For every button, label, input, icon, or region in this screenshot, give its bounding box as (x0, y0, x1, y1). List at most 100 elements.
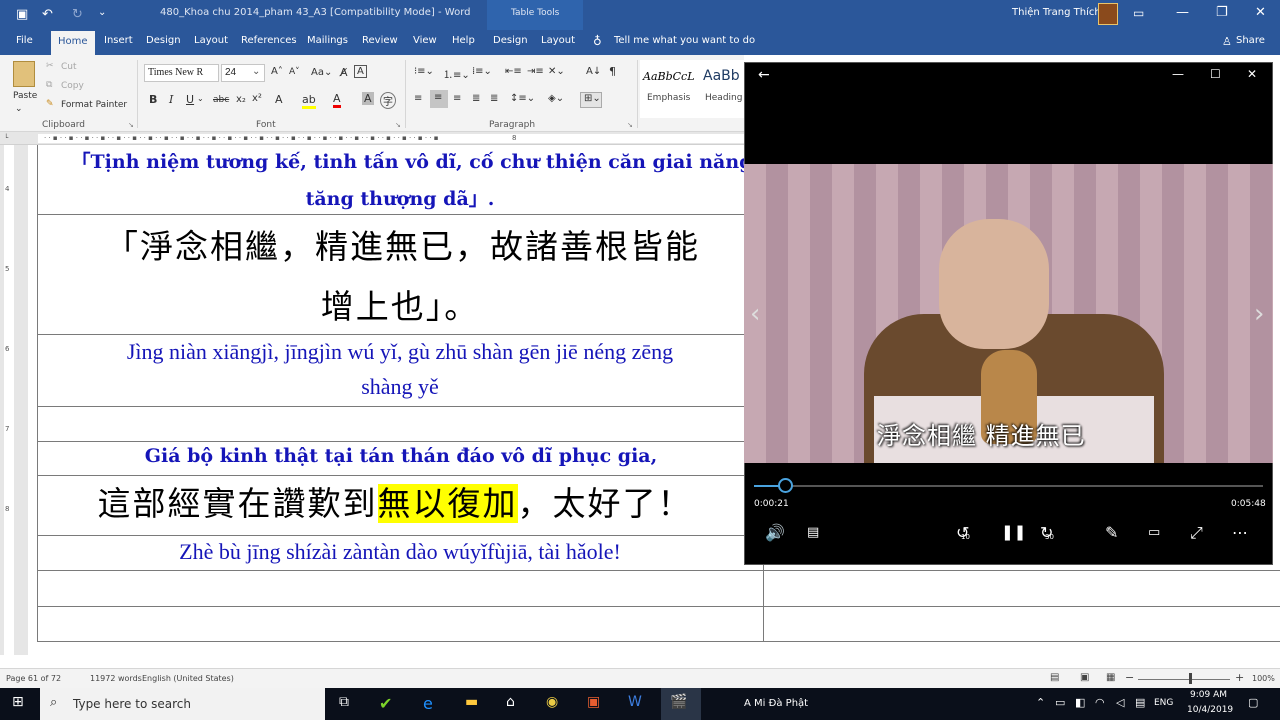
tab-home[interactable]: Home (51, 31, 95, 55)
mini-view-icon[interactable]: ▭ (1148, 525, 1160, 540)
align-right-icon[interactable]: ≡ (453, 93, 461, 104)
cut-button[interactable]: Cut (61, 62, 77, 72)
table-cell-vietnamese[interactable]: tăng thượng dã」. (40, 184, 760, 211)
tab-table-layout[interactable]: Layout (541, 35, 575, 46)
enclose-characters-icon[interactable]: 字 (380, 92, 396, 109)
table-cell-chinese[interactable]: 增上也」。 (40, 280, 760, 328)
borders-icon[interactable]: ⊞⌄ (580, 92, 602, 108)
underline-dropdown-icon[interactable]: ⌄ (197, 94, 204, 103)
next-icon[interactable]: › (1254, 299, 1264, 329)
player-maximize-button[interactable]: ☐ (1210, 67, 1221, 81)
volume-icon[interactable]: 🔊 (765, 523, 785, 542)
table-cell-pinyin[interactable]: shàng yě (40, 374, 760, 400)
zoom-level[interactable]: 100% (1252, 674, 1275, 683)
shrink-font-icon[interactable]: A˅ (289, 67, 300, 77)
shading-icon[interactable]: ◈⌄ (548, 93, 564, 104)
table-cell-pinyin[interactable]: Jìng niàn xiāngjì, jīngjìn wú yǐ, gù zhū… (40, 339, 760, 365)
paste-dropdown-icon[interactable]: ⌄ (15, 104, 23, 114)
back-arrow-icon[interactable]: ← (758, 67, 770, 83)
paste-icon[interactable] (13, 61, 35, 87)
multilevel-list-icon[interactable]: ⁞≡⌄ (472, 66, 492, 77)
language-status[interactable]: English (United States) (142, 674, 234, 683)
avatar[interactable] (1098, 3, 1118, 25)
running-app-title[interactable]: A Mi Đà Phật (744, 698, 808, 709)
copy-button[interactable]: Copy (61, 81, 84, 91)
tab-table-design[interactable]: Design (493, 35, 528, 46)
tab-references[interactable]: References (241, 35, 297, 46)
network-icon[interactable]: ◧ (1075, 696, 1085, 709)
table-cell-vietnamese[interactable]: 「Tịnh niệm tương kế, tinh tấn vô dĩ, cố … (40, 147, 784, 174)
tab-mailings[interactable]: Mailings (307, 35, 348, 46)
previous-icon[interactable]: ‹ (750, 299, 760, 329)
progress-thumb[interactable] (777, 478, 793, 493)
keyboard-language[interactable]: ENG (1154, 698, 1173, 708)
decrease-indent-icon[interactable]: ⇤≡ (505, 66, 522, 77)
store-icon[interactable]: ⌂ (506, 694, 515, 710)
highlight-color-icon[interactable]: ab (302, 93, 316, 109)
video-frame[interactable]: 淨念相繼 精進無已 ‹ › (744, 164, 1273, 463)
tab-file[interactable]: File (16, 35, 33, 46)
subtitles-icon[interactable]: ▤ (807, 525, 819, 540)
tab-selector-icon[interactable]: └ (4, 134, 8, 142)
web-layout-icon[interactable]: ▦ (1106, 672, 1115, 683)
ribbon-display-icon[interactable]: ▭ (1133, 6, 1144, 20)
save-icon[interactable]: ▣ (16, 7, 28, 22)
justify-icon[interactable]: ≣ (472, 93, 480, 104)
task-view-icon[interactable]: ⧉ (339, 694, 349, 710)
share-button[interactable]: Share (1236, 35, 1265, 46)
table-cell-chinese[interactable]: 這部經實在讚歎到無以復加，太好了！ (40, 477, 750, 525)
tab-help[interactable]: Help (452, 35, 475, 46)
tab-layout[interactable]: Layout (194, 35, 228, 46)
table-cell-pinyin[interactable]: Zhè bù jīng shízài zàntàn dào wúyǐfùjiā,… (40, 539, 760, 565)
tab-review[interactable]: Review (362, 35, 398, 46)
font-color-icon[interactable]: A (333, 92, 341, 108)
notifications-icon[interactable]: ▢ (1248, 696, 1258, 709)
numbering-icon[interactable]: ⒈≡⌄ (443, 66, 470, 81)
font-size-dropdown-icon[interactable]: ⌄ (252, 66, 260, 77)
style-heading-preview[interactable]: AaBb (703, 68, 740, 84)
undo-icon[interactable]: ↶ (42, 7, 53, 22)
more-options-icon[interactable]: ⋯ (1232, 523, 1248, 542)
style-emphasis-preview[interactable]: AaBbCcL (643, 70, 695, 83)
align-center-icon[interactable]: ≡ (430, 90, 448, 108)
align-left-icon[interactable]: ≡ (414, 93, 422, 104)
paragraph-launcher-icon[interactable]: ↘ (627, 121, 633, 129)
tab-view[interactable]: View (413, 35, 437, 46)
checkmark-app-icon[interactable]: ✔ (379, 694, 392, 713)
movies-tv-icon[interactable]: 🎬 (670, 694, 687, 710)
search-input[interactable]: Type here to search (73, 697, 191, 711)
strikethrough-icon[interactable]: abc (213, 95, 229, 105)
word-count[interactable]: 11972 words (90, 674, 142, 683)
clock-date[interactable]: 10/4/2019 (1187, 705, 1233, 715)
close-button[interactable]: ✕ (1255, 5, 1266, 20)
customize-qa-icon[interactable]: ⌄ (98, 7, 106, 18)
page-count[interactable]: Page 61 of 72 (6, 674, 61, 683)
italic-icon[interactable]: I (169, 93, 173, 106)
zoom-out-icon[interactable]: − (1125, 671, 1134, 684)
zoom-in-icon[interactable]: + (1235, 671, 1244, 684)
paste-button[interactable]: Paste (13, 91, 37, 101)
player-minimize-button[interactable]: — (1172, 67, 1184, 81)
clear-formatting-icon[interactable]: A̸ (340, 66, 348, 79)
style-heading-label[interactable]: Heading (705, 93, 742, 103)
file-explorer-icon[interactable]: ▬ (465, 694, 478, 710)
tab-design[interactable]: Design (146, 35, 181, 46)
sort-icon[interactable]: A↓ (586, 66, 601, 77)
volume-tray-icon[interactable]: ◁ (1116, 696, 1124, 709)
superscript-icon[interactable]: x² (252, 93, 262, 104)
character-border-icon[interactable]: A (354, 65, 367, 78)
text-effects-icon[interactable]: A (275, 93, 283, 106)
tab-insert[interactable]: Insert (104, 35, 133, 46)
change-case-icon[interactable]: Aa⌄ (311, 67, 332, 78)
chrome-icon[interactable]: ◉ (546, 694, 558, 710)
font-launcher-icon[interactable]: ↘ (395, 121, 401, 129)
tray-overflow-icon[interactable]: ⌃ (1036, 696, 1045, 709)
pause-icon[interactable]: ❚❚ (1001, 523, 1026, 541)
fullscreen-icon[interactable]: ⤢ (1190, 523, 1203, 543)
distributed-icon[interactable]: ≣ (490, 93, 498, 104)
ime-icon[interactable]: ▤ (1135, 696, 1145, 709)
format-painter-button[interactable]: Format Painter (61, 100, 127, 110)
table-cell-chinese[interactable]: 「淨念相繼，精進無已，故諸善根皆能 (40, 220, 765, 268)
subscript-icon[interactable]: x₂ (236, 94, 246, 105)
wifi-icon[interactable]: ◠ (1095, 696, 1105, 709)
